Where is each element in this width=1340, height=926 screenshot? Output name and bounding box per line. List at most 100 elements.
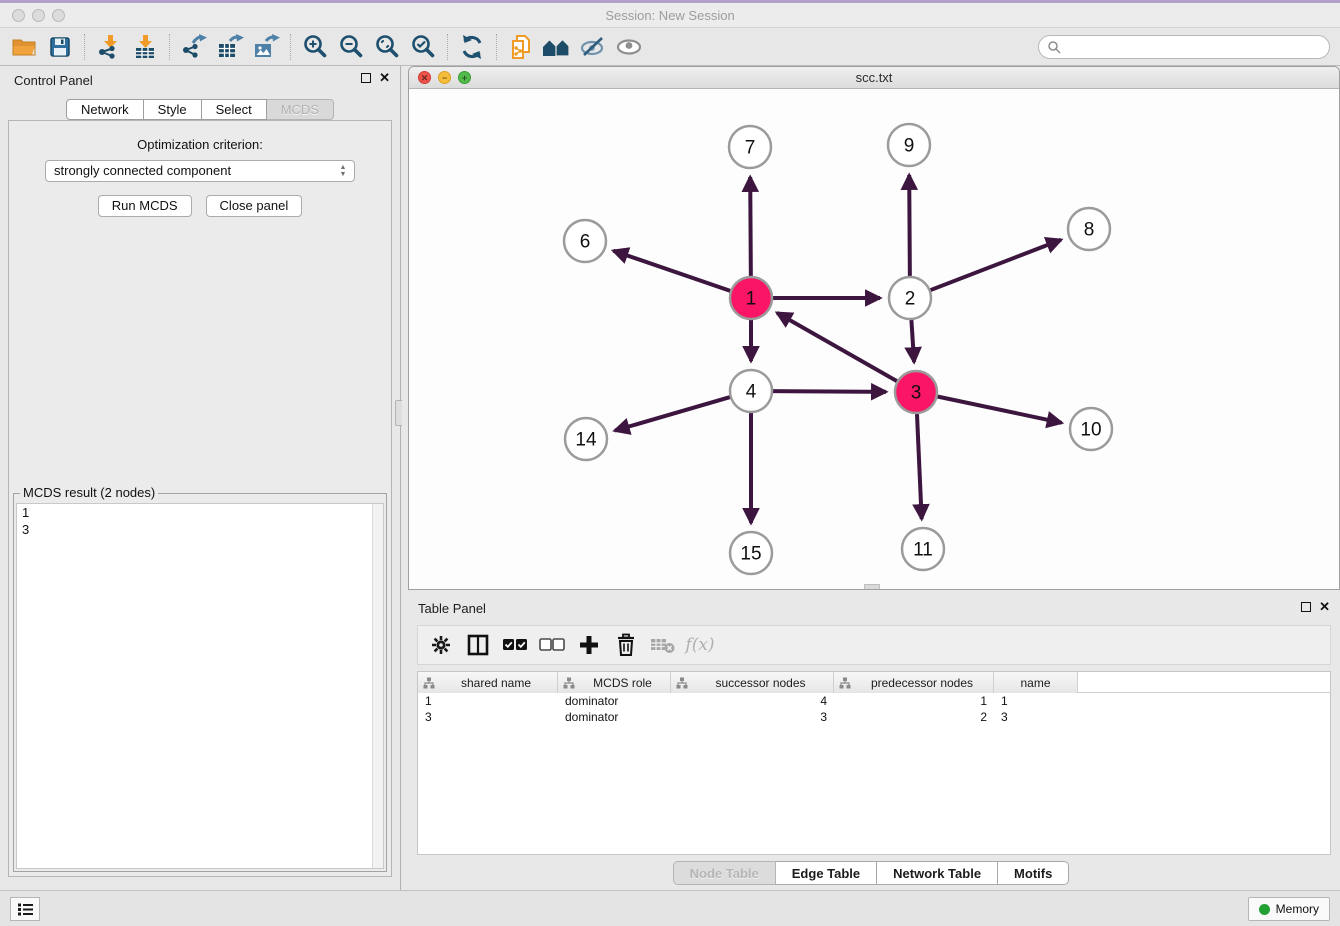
list-icon	[17, 902, 34, 917]
open-folder-icon[interactable]	[6, 31, 42, 63]
graph-node-11[interactable]: 11	[902, 528, 944, 570]
table-cell[interactable]: dominator	[558, 709, 671, 725]
graph-node-8[interactable]: 8	[1068, 208, 1110, 250]
graph-edge-3-1[interactable]	[777, 313, 899, 382]
graph-edge-4-14[interactable]	[615, 397, 732, 431]
export-table-icon[interactable]	[212, 31, 248, 63]
control-panel-title: Control Panel	[14, 73, 93, 88]
tab-select[interactable]: Select	[202, 99, 267, 120]
graph-edge-3-11[interactable]	[917, 412, 922, 519]
add-row-icon[interactable]	[574, 630, 604, 660]
graph-node-4[interactable]: 4	[730, 370, 772, 412]
graph-edge-4-3[interactable]	[771, 391, 886, 392]
graph-node-10[interactable]: 10	[1070, 408, 1112, 450]
float-panel-icon[interactable]	[361, 73, 371, 83]
table-header-row: shared nameMCDS rolesuccessor nodesprede…	[418, 672, 1330, 693]
column-type-icon	[839, 677, 851, 689]
table-cell[interactable]: 1	[994, 693, 1078, 709]
export-image-icon[interactable]	[248, 31, 284, 63]
tab-network[interactable]: Network	[66, 99, 144, 120]
delete-row-icon[interactable]	[611, 630, 641, 660]
graph-node-1[interactable]: 1	[730, 277, 772, 319]
show-columns-icon[interactable]	[463, 630, 493, 660]
refresh-icon[interactable]	[454, 31, 490, 63]
mcds-result-item[interactable]: 3	[17, 521, 383, 538]
graph-node-3[interactable]: 3	[895, 371, 937, 413]
select-stepper-icon: ▲▼	[337, 163, 349, 179]
graph-node-14[interactable]: 14	[565, 418, 607, 460]
float-table-panel-icon[interactable]	[1301, 602, 1311, 612]
delete-table-icon[interactable]	[648, 630, 678, 660]
export-network-icon[interactable]	[176, 31, 212, 63]
select-all-icon[interactable]	[500, 630, 530, 660]
network-canvas[interactable]: 7 9 6 8 1 2 4 3 14 10 15 11	[409, 89, 1339, 589]
table-cell[interactable]: 1	[418, 693, 558, 709]
optimization-criterion-select[interactable]: strongly connected component ▲▼	[45, 160, 355, 182]
houses-icon[interactable]	[539, 31, 575, 63]
graph-node-7[interactable]: 7	[729, 126, 771, 168]
table-cell[interactable]: 3	[994, 709, 1078, 725]
table-row[interactable]: 1dominator411	[418, 693, 1330, 709]
panel-menu-button[interactable]	[10, 897, 40, 921]
settings-gear-icon[interactable]	[426, 630, 456, 660]
column-header-MCDS-role[interactable]: MCDS role	[558, 672, 671, 693]
graph-node-2[interactable]: 2	[889, 277, 931, 319]
search-input[interactable]	[1062, 37, 1329, 57]
zoom-out-icon[interactable]	[333, 31, 369, 63]
zoom-selected-icon[interactable]	[405, 31, 441, 63]
search-field[interactable]	[1038, 35, 1330, 59]
table-cell[interactable]: 4	[671, 693, 834, 709]
graph-node-9[interactable]: 9	[888, 124, 930, 166]
column-header-successor-nodes[interactable]: successor nodes	[671, 672, 834, 693]
table-panel-title: Table Panel	[418, 601, 486, 616]
deselect-all-icon[interactable]	[537, 630, 567, 660]
table-cell[interactable]: 3	[418, 709, 558, 725]
table-cell[interactable]: dominator	[558, 693, 671, 709]
graph-edge-3-10[interactable]	[936, 396, 1062, 423]
toolbar-separator	[290, 34, 291, 60]
import-table-icon[interactable]	[127, 31, 163, 63]
result-scrollbar[interactable]	[372, 504, 383, 868]
table-cell[interactable]: 3	[671, 709, 834, 725]
graph-edge-1-7[interactable]	[750, 177, 751, 278]
save-icon[interactable]	[42, 31, 78, 63]
graph-node-15[interactable]: 15	[730, 532, 772, 574]
close-panel-icon[interactable]: ✕	[379, 72, 390, 84]
window-title: Session: New Session	[0, 8, 1340, 23]
run-mcds-button[interactable]: Run MCDS	[98, 195, 192, 217]
close-panel-button[interactable]: Close panel	[206, 195, 303, 217]
mcds-result-item[interactable]: 1	[17, 504, 383, 521]
eye-slash-icon[interactable]	[575, 31, 611, 63]
graph-edge-2-9[interactable]	[909, 175, 910, 278]
network-resize-grip[interactable]	[864, 584, 880, 589]
table-cell[interactable]: 2	[834, 709, 994, 725]
graph-edge-2-8[interactable]	[929, 240, 1061, 291]
graph-node-6[interactable]: 6	[564, 220, 606, 262]
column-header-predecessor-nodes[interactable]: predecessor nodes	[834, 672, 994, 693]
function-builder-icon[interactable]: f(x)	[685, 630, 715, 660]
svg-text:4: 4	[746, 382, 757, 403]
memory-button[interactable]: Memory	[1248, 897, 1330, 921]
close-table-panel-icon[interactable]: ✕	[1319, 601, 1330, 613]
zoom-in-icon[interactable]	[297, 31, 333, 63]
tab-node-table[interactable]: Node Table	[673, 861, 776, 885]
main-toolbar	[0, 28, 1340, 66]
eye-icon[interactable]	[611, 31, 647, 63]
table-cell[interactable]: 1	[834, 693, 994, 709]
duplicate-network-icon[interactable]	[503, 31, 539, 63]
tab-mcds[interactable]: MCDS	[267, 99, 334, 120]
mcds-result-group: MCDS result (2 nodes) 13	[13, 493, 387, 872]
workspace-area: ✕ − + scc.txt 7968124314101511 Table Pan…	[402, 66, 1340, 890]
svg-text:11: 11	[913, 540, 933, 561]
tab-network-table[interactable]: Network Table	[877, 861, 998, 885]
tab-style[interactable]: Style	[144, 99, 202, 120]
graph-edge-1-6[interactable]	[613, 251, 732, 292]
import-network-icon[interactable]	[91, 31, 127, 63]
column-header-shared-name[interactable]: shared name	[418, 672, 558, 693]
table-row[interactable]: 3dominator323	[418, 709, 1330, 725]
graph-edge-2-3[interactable]	[911, 318, 914, 362]
tab-edge-table[interactable]: Edge Table	[776, 861, 877, 885]
column-header-name[interactable]: name	[994, 672, 1078, 693]
zoom-fit-icon[interactable]	[369, 31, 405, 63]
tab-motifs[interactable]: Motifs	[998, 861, 1069, 885]
